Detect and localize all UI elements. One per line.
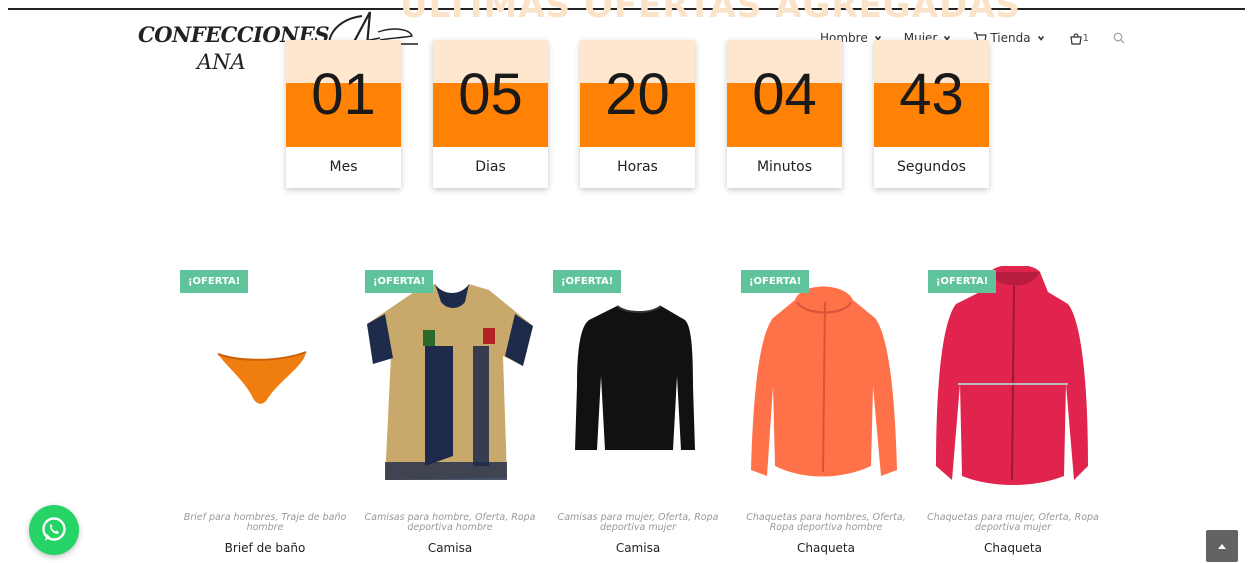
countdown-minutes: 04 Minutos [727,40,842,188]
countdown-value: 43 [899,62,964,127]
product-image-jersey[interactable] [365,266,535,501]
product-categories[interactable]: Chaquetas para mujer, Oferta, Ropa depor… [920,513,1106,533]
mini-cart-button[interactable]: 1 [1069,32,1089,45]
sale-badge: ¡OFERTA! [741,270,810,293]
cart-count: 1 [1082,32,1089,44]
section-title: ÚLTIMAS OFERTAS AGREGADAS [400,0,1022,26]
whatsapp-button[interactable] [29,505,79,555]
product-card[interactable]: ¡OFERTA! Brief para hombres, Traje de ba… [180,266,350,556]
countdown-hours: 20 Horas [580,40,695,188]
countdown-seconds: 43 Segundos [874,40,989,188]
product-card[interactable]: ¡OFERTA! Camisas para hombre, Oferta, Ro… [364,266,536,556]
product-categories[interactable]: Camisas para mujer, Oferta, Ropa deporti… [545,513,731,533]
product-image-pink-jacket[interactable] [928,266,1098,501]
nav-item-label: Tienda [990,31,1031,45]
countdown-label: Horas [617,159,658,175]
arrow-up-icon [1218,544,1226,549]
sale-badge: ¡OFERTA! [928,270,997,293]
chevron-down-icon [1037,35,1044,41]
countdown-value: 05 [458,62,523,127]
product-card[interactable]: ¡OFERTA! Chaquetas para hombres, Oferta,… [741,266,911,556]
countdown-value: 01 [311,62,376,127]
sale-badge: ¡OFERTA! [553,270,622,293]
countdown-label: Minutos [756,159,813,175]
product-categories[interactable]: Camisas para hombre, Oferta, Ropa deport… [357,513,543,533]
product-title[interactable]: Camisa [365,541,535,555]
search-icon [1113,32,1125,44]
countdown-label: Mes [329,159,358,175]
countdown-value: 04 [752,62,817,127]
countdown-label: Dias [475,159,506,175]
product-title[interactable]: Chaqueta [741,541,911,555]
whatsapp-icon [42,517,66,541]
product-title[interactable]: Brief de baño [180,541,350,555]
product-image-coral-jacket[interactable] [741,266,911,501]
product-categories[interactable]: Chaquetas para hombres, Oferta, Ropa dep… [733,513,919,533]
scroll-to-top-button[interactable] [1206,530,1238,562]
sale-badge: ¡OFERTA! [365,270,434,293]
product-image-long-sleeve[interactable] [553,266,723,501]
shopping-bag-icon [1069,32,1082,45]
logo-text-line2: ANA [197,50,246,74]
countdown-days: 05 Dias [433,40,548,188]
product-categories[interactable]: Brief para hombres, Traje de baño hombre [172,513,358,533]
product-title[interactable]: Camisa [553,541,723,555]
countdown-months: 01 Mes [286,40,401,188]
product-card[interactable]: ¡OFERTA! Camisas para mujer, Oferta, Rop… [553,266,723,556]
search-button[interactable] [1113,32,1125,44]
product-title[interactable]: Chaqueta [928,541,1098,555]
countdown-value: 20 [605,62,670,127]
product-card[interactable]: ¡OFERTA! Chaquetas para mujer, Oferta, R… [927,266,1099,556]
countdown-label: Segundos [897,159,966,175]
sale-badge: ¡OFERTA! [180,270,249,293]
product-image-swim-brief[interactable] [180,266,350,501]
